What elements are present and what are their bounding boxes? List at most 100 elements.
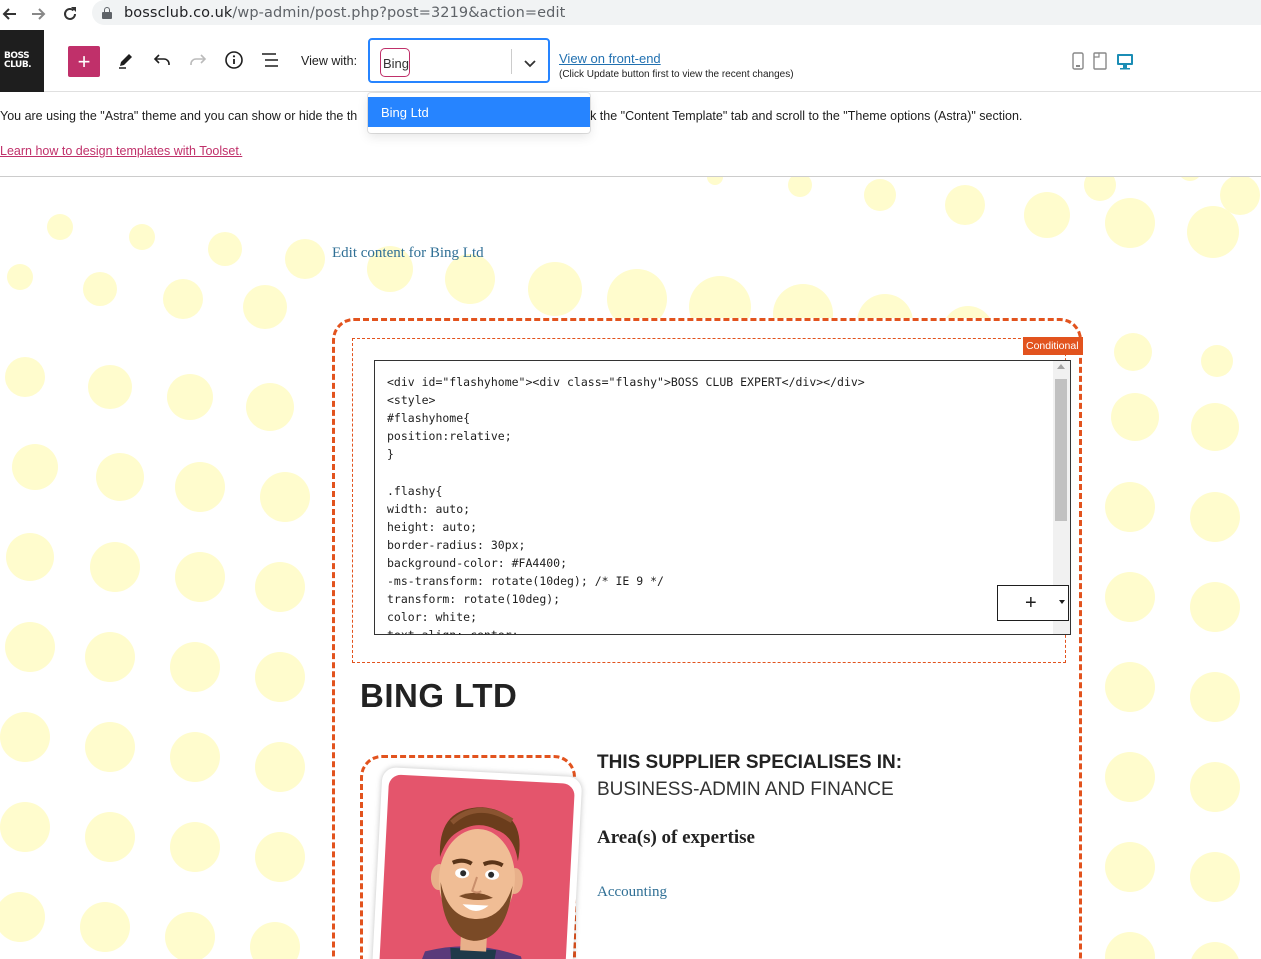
dropdown-option-bing-ltd[interactable]: Bing Ltd — [368, 97, 590, 127]
background-dot — [243, 285, 287, 329]
background-dot — [285, 239, 325, 279]
expertise-link-accounting[interactable]: Accounting — [597, 884, 667, 901]
code-line: #flashyhome{ — [387, 411, 471, 426]
background-dot — [1187, 206, 1239, 258]
logo-text-line2: CLUB. — [4, 60, 32, 70]
background-dot — [1220, 177, 1260, 215]
notice-text-start: You are using the "Astra" theme and you … — [0, 109, 358, 123]
code-line: -ms-transform: rotate(10deg); /* IE 9 */ — [387, 574, 664, 589]
background-dot — [85, 632, 135, 682]
conditional-inner-block[interactable]: Conditional <div id="flashyhome"><div cl… — [352, 337, 1083, 663]
chevron-down-icon[interactable] — [520, 53, 540, 73]
business-title: BING LTD — [360, 677, 518, 714]
editor-canvas[interactable]: Edit content for Bing Ltd Conditional <d… — [0, 177, 1261, 959]
background-dot — [1201, 345, 1233, 377]
code-line: .flashy{ — [387, 483, 443, 498]
background-dot — [255, 652, 305, 702]
background-dot — [175, 552, 225, 602]
pencil-icon[interactable] — [114, 48, 138, 72]
specialises-heading: THIS SUPPLIER SPECIALISES IN: — [597, 752, 903, 773]
tablet-icon[interactable] — [1093, 52, 1107, 70]
code-line: <style> — [387, 393, 436, 408]
learn-toolset-link[interactable]: Learn how to design templates with Tools… — [0, 144, 242, 158]
code-line: text-align: center; — [387, 628, 519, 634]
view-with-search-input[interactable]: Bing — [380, 48, 410, 77]
url-text: bossclub.co.uk/wp-admin/post.php?post=32… — [124, 4, 566, 21]
background-dot — [1111, 393, 1159, 441]
code-line: background-color: #FA4400; — [387, 556, 568, 570]
code-line: color: white; — [387, 610, 478, 625]
background-dot — [12, 444, 58, 490]
background-dot — [6, 533, 54, 581]
background-dot — [165, 912, 215, 959]
frontend-note: (Click Update button first to view the r… — [559, 69, 794, 80]
background-dot — [0, 892, 45, 942]
background-dot — [1190, 672, 1240, 722]
code-line: transform: rotate(10deg); — [387, 592, 561, 607]
background-dot — [47, 214, 73, 240]
background-dot — [1024, 192, 1070, 238]
info-icon[interactable] — [222, 48, 246, 72]
mobile-icon[interactable] — [1071, 52, 1085, 70]
scroll-up-icon[interactable] — [1057, 364, 1065, 369]
photo-conditional-block[interactable] — [360, 755, 583, 959]
background-dot — [163, 279, 203, 319]
background-dot — [1105, 572, 1155, 622]
background-dot — [1105, 752, 1155, 802]
background-dot — [1114, 333, 1152, 371]
view-frontend-link[interactable]: View on front-end — [559, 51, 661, 66]
background-dot — [83, 272, 117, 306]
background-dot — [170, 822, 220, 872]
caret-down-icon[interactable] — [1059, 600, 1065, 604]
code-line: width: auto; — [387, 501, 471, 516]
background-dot — [96, 453, 144, 501]
redo-icon[interactable] — [186, 48, 210, 72]
background-dot — [1105, 482, 1155, 532]
site-logo[interactable]: BOSS CLUB. — [0, 30, 44, 92]
block-inserter-button[interactable]: + — [68, 46, 100, 77]
add-block-button[interactable]: + — [997, 585, 1069, 621]
scroll-thumb[interactable] — [1055, 379, 1067, 521]
editor-toolbar: BOSS CLUB. + View with: Bing View on fro… — [0, 30, 1261, 92]
undo-icon[interactable] — [150, 48, 174, 72]
background-dot — [88, 365, 132, 409]
background-dot — [246, 383, 294, 431]
code-line: border-radius: 30px; — [387, 537, 526, 552]
list-view-icon[interactable] — [258, 48, 282, 72]
background-dot — [1190, 852, 1240, 902]
background-dot — [0, 712, 50, 762]
background-dot — [864, 179, 896, 211]
conditional-badge: Conditional — [1023, 337, 1083, 355]
code-line: position:relative; — [387, 429, 512, 444]
background-dot — [1105, 842, 1155, 892]
notice-text-end: lick the "Content Template" tab and scro… — [578, 109, 1023, 123]
html-code-editor[interactable]: <div id="flashyhome"><div class="flashy"… — [374, 360, 1071, 635]
background-dot — [85, 722, 135, 772]
background-dot — [1190, 492, 1240, 542]
view-with-label: View with: — [301, 54, 358, 68]
specialises-value: BUSINESS-ADMIN AND FINANCE — [597, 779, 894, 800]
reload-icon[interactable] — [55, 2, 85, 26]
background-dot — [788, 177, 812, 197]
profile-photo — [371, 766, 583, 959]
background-dot — [255, 832, 305, 882]
select-separator — [511, 49, 512, 74]
code-line: <div id="flashyhome"><div class="flashy"… — [387, 375, 865, 389]
code-line: height: auto; — [387, 519, 478, 534]
background-dot — [707, 177, 723, 185]
address-bar[interactable]: bossclub.co.uk/wp-admin/post.php?post=32… — [92, 0, 1261, 25]
forward-icon[interactable] — [24, 2, 54, 26]
desktop-icon[interactable] — [1116, 52, 1134, 70]
background-dot — [90, 542, 140, 592]
background-dot — [945, 185, 985, 225]
background-dot — [1191, 403, 1239, 451]
background-dot — [85, 812, 135, 862]
background-dot — [1105, 662, 1155, 712]
background-dot — [260, 472, 310, 522]
view-with-select[interactable]: Bing — [368, 38, 550, 83]
conditional-block[interactable]: Conditional <div id="flashyhome"><div cl… — [332, 318, 1083, 959]
back-icon[interactable] — [0, 2, 24, 26]
background-dot — [528, 262, 582, 316]
background-dot — [255, 562, 305, 612]
browser-bar: bossclub.co.uk/wp-admin/post.php?post=32… — [0, 0, 1261, 30]
